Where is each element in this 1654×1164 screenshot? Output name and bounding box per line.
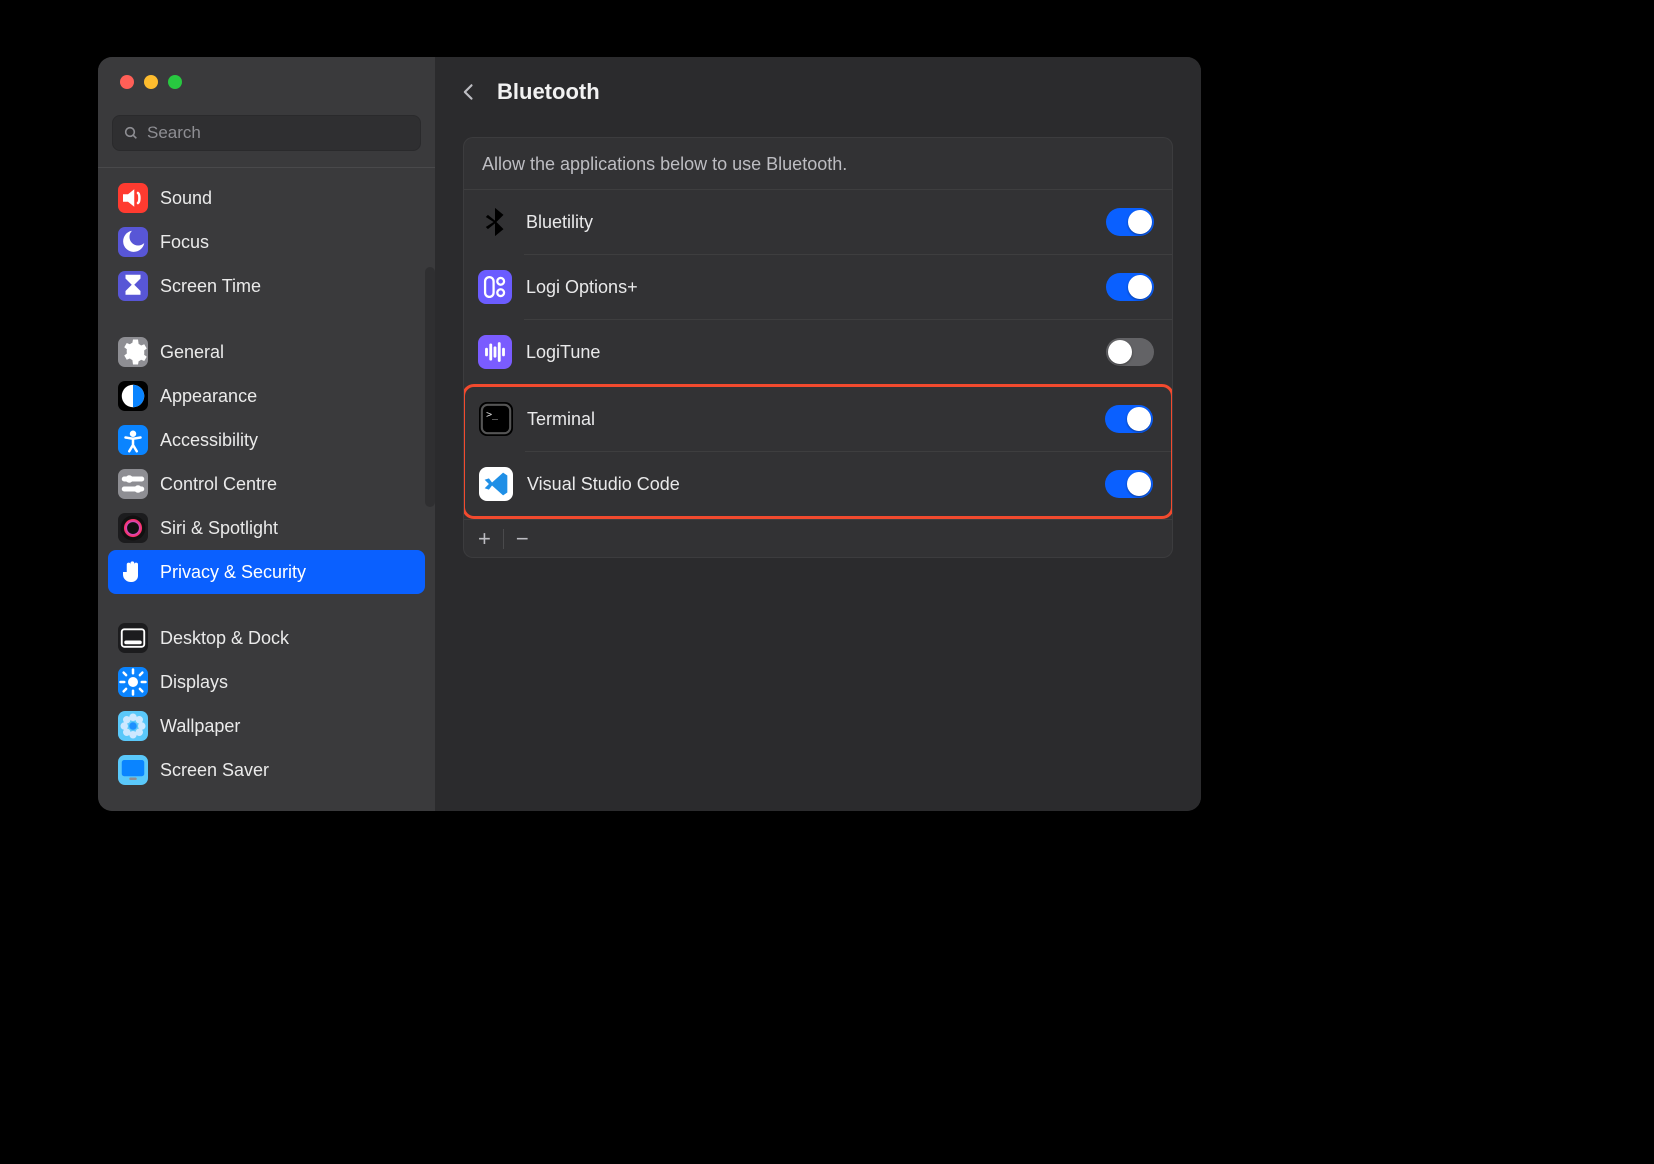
- sidebar-item-sound[interactable]: Sound: [108, 176, 425, 220]
- search-field[interactable]: [112, 115, 421, 151]
- add-app-button[interactable]: +: [478, 528, 491, 550]
- app-row-vscode: Visual Studio Code: [465, 452, 1171, 516]
- app-name-label: Logi Options+: [526, 277, 1092, 298]
- settings-window: Sound Focus Screen Time General Appearance Ac…: [98, 57, 1201, 811]
- sun-icon: [118, 667, 148, 697]
- sidebar-item-label: Displays: [160, 672, 228, 693]
- sidebar-item-label: Sound: [160, 188, 212, 209]
- sidebar-item-label: Wallpaper: [160, 716, 240, 737]
- logi-options-icon: [478, 270, 512, 304]
- app-name-label: Terminal: [527, 409, 1091, 430]
- bluetooth-icon: [478, 205, 512, 239]
- minimize-window-button[interactable]: [144, 75, 158, 89]
- remove-app-button[interactable]: −: [516, 528, 529, 550]
- gear-icon: [118, 337, 148, 367]
- sidebar-item-appearance[interactable]: Appearance: [108, 374, 425, 418]
- hand-icon: [118, 557, 148, 587]
- waveform-icon: [478, 335, 512, 369]
- sliders-icon: [118, 469, 148, 499]
- app-name-label: Bluetility: [526, 212, 1092, 233]
- sidebar-list: Sound Focus Screen Time General Appearance Ac…: [98, 168, 435, 811]
- toggle-vscode[interactable]: [1105, 470, 1153, 498]
- sidebar-item-screensaver[interactable]: Screen Saver: [108, 748, 425, 792]
- moon-icon: [118, 227, 148, 257]
- appearance-icon: [118, 381, 148, 411]
- sidebar: Sound Focus Screen Time General Appearance Ac…: [98, 57, 435, 811]
- toggle-bluetility[interactable]: [1106, 208, 1154, 236]
- terminal-icon: >_: [479, 402, 513, 436]
- sidebar-item-desktop-dock[interactable]: Desktop & Dock: [108, 616, 425, 660]
- app-row-logi-options: Logi Options+: [464, 255, 1172, 319]
- zoom-window-button[interactable]: [168, 75, 182, 89]
- toggle-logitune[interactable]: [1106, 338, 1154, 366]
- svg-text:>_: >_: [486, 410, 498, 421]
- close-window-button[interactable]: [120, 75, 134, 89]
- search-icon: [123, 125, 139, 141]
- app-row-bluetility: Bluetility: [464, 190, 1172, 254]
- sidebar-item-label: Accessibility: [160, 430, 258, 451]
- sidebar-item-control-centre[interactable]: Control Centre: [108, 462, 425, 506]
- apps-panel: Allow the applications below to use Blue…: [463, 137, 1173, 558]
- main-panel: Bluetooth Allow the applications below t…: [435, 57, 1201, 811]
- sidebar-item-general[interactable]: General: [108, 330, 425, 374]
- accessibility-icon: [118, 425, 148, 455]
- vscode-icon: [479, 467, 513, 501]
- sidebar-item-label: Control Centre: [160, 474, 277, 495]
- sidebar-scrollbar[interactable]: [425, 267, 435, 507]
- app-name-label: Visual Studio Code: [527, 474, 1091, 495]
- screensaver-icon: [118, 755, 148, 785]
- hourglass-icon: [118, 271, 148, 301]
- sidebar-item-label: General: [160, 342, 224, 363]
- back-button[interactable]: [457, 80, 481, 104]
- sidebar-group-gap: [108, 594, 425, 616]
- sidebar-item-label: Siri & Spotlight: [160, 518, 278, 539]
- highlighted-rows: >_ Terminal Visual Studio Code: [463, 384, 1173, 519]
- app-row-logitune: LogiTune: [464, 320, 1172, 384]
- search-input[interactable]: [147, 123, 410, 143]
- sidebar-item-displays[interactable]: Displays: [108, 660, 425, 704]
- sidebar-item-label: Screen Saver: [160, 760, 269, 781]
- sidebar-item-label: Appearance: [160, 386, 257, 407]
- toggle-terminal[interactable]: [1105, 405, 1153, 433]
- window-controls: [98, 57, 435, 107]
- panel-footer: + −: [464, 519, 1172, 557]
- sidebar-item-label: Screen Time: [160, 276, 261, 297]
- siri-icon: [118, 513, 148, 543]
- page-title: Bluetooth: [497, 79, 600, 105]
- dock-icon: [118, 623, 148, 653]
- sidebar-item-siri[interactable]: Siri & Spotlight: [108, 506, 425, 550]
- sidebar-group-gap: [108, 308, 425, 330]
- sidebar-item-label: Privacy & Security: [160, 562, 306, 583]
- sidebar-item-focus[interactable]: Focus: [108, 220, 425, 264]
- sidebar-item-privacy[interactable]: Privacy & Security: [108, 550, 425, 594]
- app-name-label: LogiTune: [526, 342, 1092, 363]
- toggle-logi-options[interactable]: [1106, 273, 1154, 301]
- sidebar-item-label: Focus: [160, 232, 209, 253]
- sidebar-item-screen-time[interactable]: Screen Time: [108, 264, 425, 308]
- flower-icon: [118, 711, 148, 741]
- app-row-terminal: >_ Terminal: [465, 387, 1171, 451]
- panel-header: Allow the applications below to use Blue…: [464, 138, 1172, 190]
- titlebar: Bluetooth: [435, 57, 1201, 127]
- footer-separator: [503, 529, 504, 549]
- sidebar-item-wallpaper[interactable]: Wallpaper: [108, 704, 425, 748]
- sidebar-item-label: Desktop & Dock: [160, 628, 289, 649]
- sidebar-item-accessibility[interactable]: Accessibility: [108, 418, 425, 462]
- speaker-icon: [118, 183, 148, 213]
